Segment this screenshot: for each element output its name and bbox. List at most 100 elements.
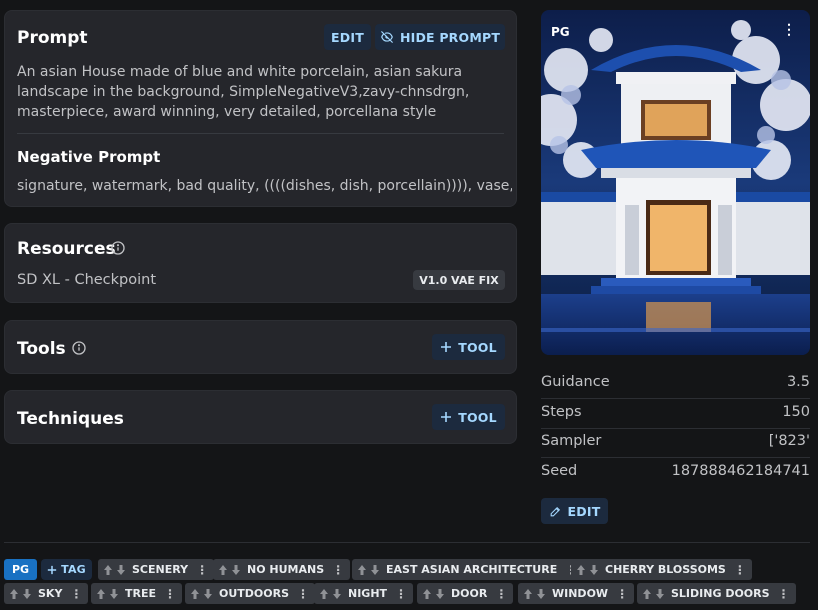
- prompt-text: An asian House made of blue and white po…: [17, 64, 470, 120]
- tag-label: SLIDING DOORS: [671, 587, 770, 600]
- seed-value: 187888462184741: [671, 463, 810, 479]
- tag-chip[interactable]: SCENERY ⋮: [98, 559, 215, 580]
- tag-chip[interactable]: NO HUMANS ⋮: [213, 559, 351, 580]
- tag-menu-icon[interactable]: ⋮: [495, 587, 507, 601]
- tag-menu-icon[interactable]: ⋮: [734, 563, 746, 577]
- tag-menu-icon[interactable]: ⋮: [778, 587, 790, 601]
- meta-divider: [541, 457, 810, 458]
- tag-chip[interactable]: NIGHT ⋮: [314, 583, 414, 604]
- add-tag-label: TAG: [61, 563, 86, 576]
- image-more-menu-icon[interactable]: ⋮: [782, 22, 796, 36]
- tools-card: Tools TOOL: [4, 320, 517, 374]
- tag-label: CHERRY BLOSSOMS: [605, 563, 726, 576]
- tag-label: NIGHT: [348, 587, 388, 600]
- add-technique-label: TOOL: [458, 409, 497, 425]
- vote-up-icon[interactable]: [357, 564, 367, 576]
- tag-chip[interactable]: SKY ⋮: [4, 583, 89, 604]
- tag-chip[interactable]: TREE ⋮: [91, 583, 183, 604]
- vote-down-icon[interactable]: [536, 588, 546, 600]
- meta-divider: [541, 428, 810, 429]
- plus-icon: [47, 565, 57, 574]
- tag-menu-icon[interactable]: ⋮: [297, 587, 309, 601]
- guidance-value: 3.5: [786, 374, 810, 390]
- tag-label: NO HUMANS: [247, 563, 325, 576]
- resources-card: Resources SD XL - Checkpoint V1.0 VAE FI…: [4, 223, 517, 303]
- add-tool-button[interactable]: TOOL: [432, 334, 505, 360]
- tag-menu-icon[interactable]: ⋮: [196, 563, 208, 577]
- tag-label: SKY: [38, 587, 63, 600]
- tag-label: SCENERY: [132, 563, 189, 576]
- vote-down-icon[interactable]: [332, 588, 342, 600]
- sampler-value: ['823': [768, 433, 810, 449]
- add-technique-button[interactable]: TOOL: [432, 404, 505, 430]
- edit-meta-label: EDIT: [567, 503, 601, 519]
- vote-down-icon[interactable]: [655, 588, 665, 600]
- edit-prompt-button[interactable]: EDIT: [324, 24, 371, 50]
- image-rating-badge: PG: [551, 25, 570, 39]
- tag-chip[interactable]: EAST ASIAN ARCHITECTURE⋮: [352, 559, 584, 580]
- vote-up-icon[interactable]: [642, 588, 652, 600]
- vote-down-icon[interactable]: [116, 564, 126, 576]
- plus-icon: [441, 342, 452, 352]
- negative-prompt-text: signature, watermark, bad quality, ((((d…: [17, 178, 512, 194]
- sampler-label: Sampler: [541, 433, 602, 449]
- vote-down-icon[interactable]: [370, 564, 380, 576]
- vote-down-icon[interactable]: [203, 588, 213, 600]
- vote-down-icon[interactable]: [22, 588, 32, 600]
- steps-value: 150: [782, 404, 810, 420]
- tag-chip[interactable]: CHERRY BLOSSOMS ⋮: [571, 559, 752, 580]
- resource-version-badge: V1.0 VAE FIX: [413, 270, 505, 290]
- vote-down-icon[interactable]: [435, 588, 445, 600]
- vote-up-icon[interactable]: [96, 588, 106, 600]
- vote-up-icon[interactable]: [9, 588, 19, 600]
- techniques-title: Techniques: [17, 409, 124, 429]
- info-icon[interactable]: [110, 240, 126, 256]
- tag-label: DOOR: [451, 587, 488, 600]
- add-tool-label: TOOL: [458, 339, 497, 355]
- pencil-icon: [550, 506, 560, 516]
- tag-chip[interactable]: DOOR ⋮: [417, 583, 514, 604]
- bottom-divider: [4, 542, 810, 543]
- vote-down-icon[interactable]: [109, 588, 119, 600]
- add-tag-button[interactable]: TAG: [41, 559, 92, 580]
- tag-menu-icon[interactable]: ⋮: [395, 587, 407, 601]
- hide-prompt-label: HIDE PROMPT: [399, 29, 501, 45]
- tag-label: OUTDOORS: [219, 587, 290, 600]
- tag-chip[interactable]: WINDOW ⋮: [518, 583, 635, 604]
- resources-title: Resources: [17, 239, 116, 259]
- vote-up-icon[interactable]: [523, 588, 533, 600]
- rating-tag[interactable]: PG: [4, 559, 37, 580]
- vote-up-icon[interactable]: [218, 564, 228, 576]
- meta-divider: [541, 398, 810, 399]
- guidance-label: Guidance: [541, 374, 610, 390]
- tag-menu-icon[interactable]: ⋮: [616, 587, 628, 601]
- plus-icon: [441, 412, 452, 422]
- vote-up-icon[interactable]: [576, 564, 586, 576]
- prompt-divider: [17, 133, 504, 134]
- tag-menu-icon[interactable]: ⋮: [164, 587, 176, 601]
- hide-prompt-button[interactable]: HIDE PROMPT: [375, 24, 505, 50]
- info-icon[interactable]: [71, 340, 87, 356]
- resource-name[interactable]: SD XL - Checkpoint: [17, 270, 156, 290]
- steps-label: Steps: [541, 404, 582, 420]
- techniques-card: Techniques TOOL: [4, 390, 517, 444]
- edit-meta-button[interactable]: EDIT: [541, 498, 608, 524]
- vote-up-icon[interactable]: [190, 588, 200, 600]
- vote-up-icon[interactable]: [103, 564, 113, 576]
- tag-label: EAST ASIAN ARCHITECTURE: [386, 563, 558, 576]
- tag-menu-icon[interactable]: ⋮: [70, 587, 82, 601]
- tag-label: WINDOW: [552, 587, 609, 600]
- tools-title: Tools: [17, 339, 66, 359]
- vote-down-icon[interactable]: [589, 564, 599, 576]
- eye-off-icon: [381, 31, 393, 43]
- prompt-card: Prompt EDIT HIDE PROMPT An asian House m…: [4, 10, 517, 207]
- vote-down-icon[interactable]: [231, 564, 241, 576]
- vote-up-icon[interactable]: [319, 588, 329, 600]
- generated-image[interactable]: PG ⋮: [541, 10, 810, 355]
- tag-chip[interactable]: OUTDOORS ⋮: [185, 583, 316, 604]
- tag-menu-icon[interactable]: ⋮: [332, 563, 344, 577]
- vote-up-icon[interactable]: [422, 588, 432, 600]
- pagoda-house-illustration: [541, 10, 810, 355]
- edit-prompt-label: EDIT: [331, 29, 364, 45]
- tag-chip[interactable]: SLIDING DOORS ⋮: [637, 583, 796, 604]
